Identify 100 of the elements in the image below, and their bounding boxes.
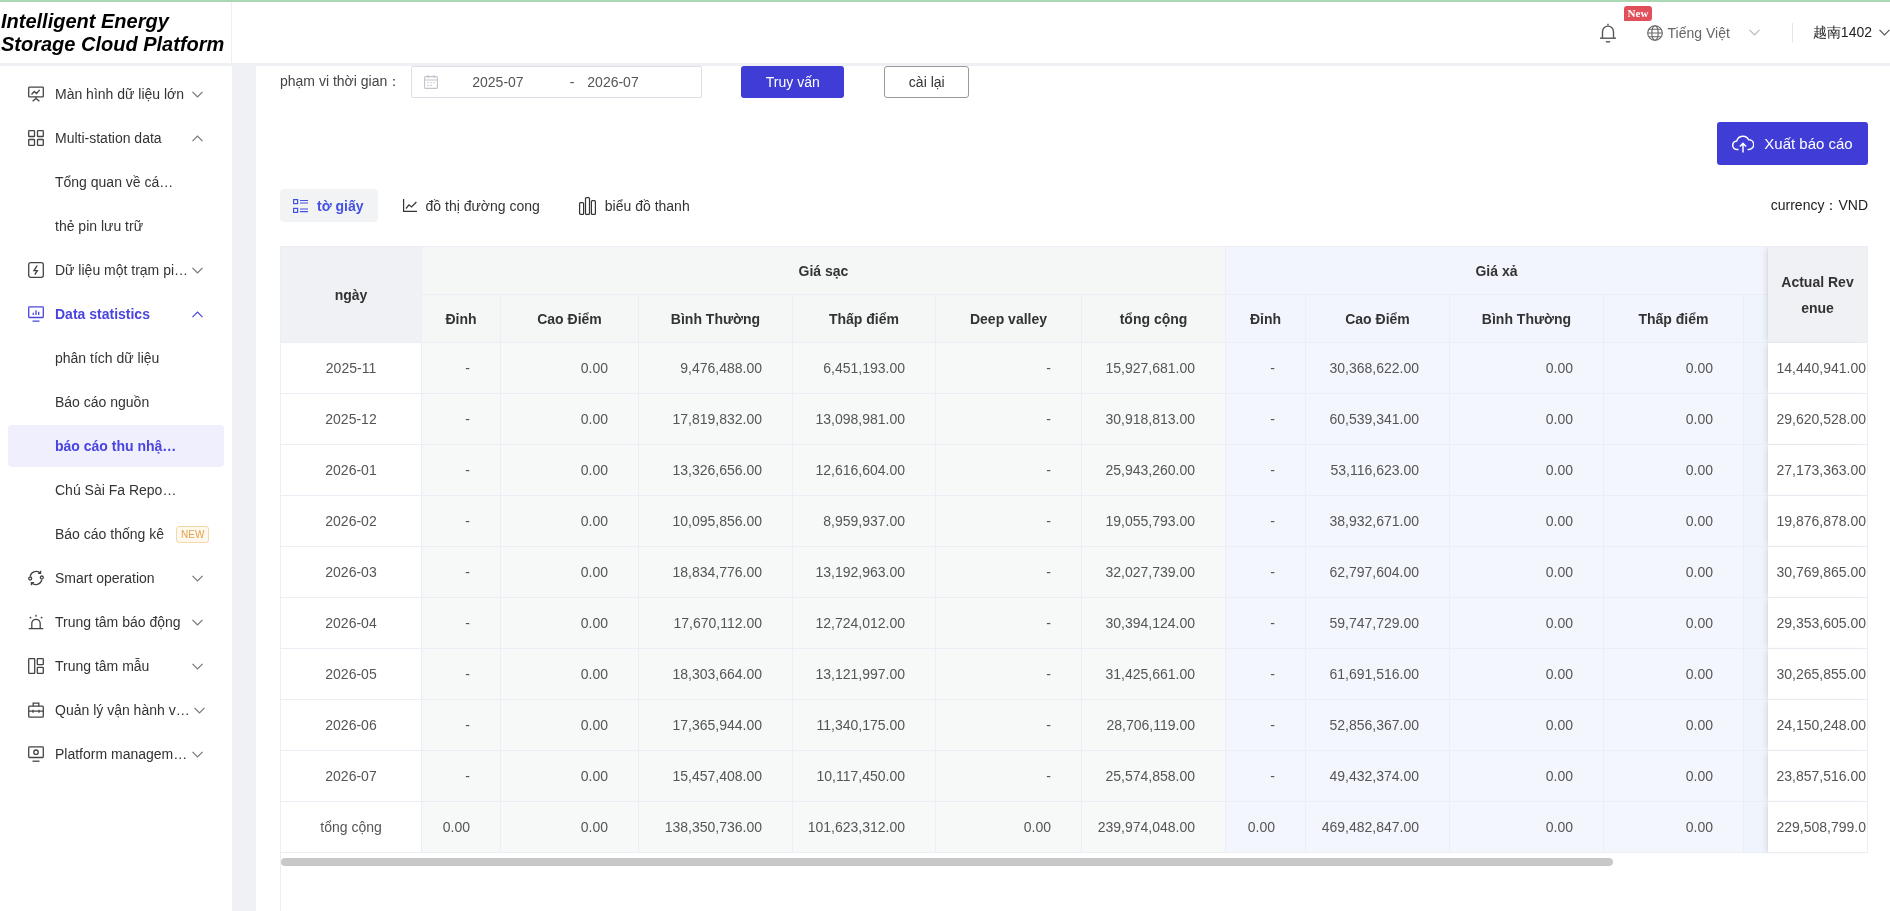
cloud-upload-icon [1732, 134, 1755, 153]
table-cell: - [1226, 496, 1306, 547]
table-cell: 30,918,813.00 [1082, 394, 1226, 445]
table-cell: 53,116,623.00 [1306, 445, 1450, 496]
start-date[interactable]: 2025-07 [472, 74, 524, 90]
submenu-item[interactable]: thẻ pin lưu trữ [8, 205, 224, 247]
language-selector[interactable]: Tiếng Việt [1646, 24, 1760, 41]
table-cell: 18,834,776.00 [639, 547, 793, 598]
table-cell: 469,482,847.00 [1306, 802, 1450, 853]
view-tab[interactable]: đồ thị đường cong [389, 189, 554, 222]
grid-icon [28, 130, 44, 146]
column-header: Bình Thường [639, 295, 793, 343]
table-cell: 2026-05 [281, 649, 422, 700]
table-cell: - [936, 700, 1082, 751]
sidebar-item[interactable]: Smart operation [8, 557, 224, 599]
platform-title: Intelligent Energy Storage Cloud Platform [1, 9, 226, 56]
date-range-field[interactable]: 2025-07 - 2026-07 [411, 66, 703, 98]
sidebar-item[interactable]: Trung tâm báo động [8, 601, 224, 643]
table-cell: 2026-07 [281, 751, 422, 802]
table-cell: - [422, 394, 501, 445]
table-cell: 2025-12 [281, 394, 422, 445]
table-cell: 0.00 [1450, 547, 1604, 598]
submenu-item[interactable]: Chú Sài Fa Repo… [8, 469, 224, 511]
globe-icon [1646, 24, 1663, 41]
table-cell: 2025-11 [281, 343, 422, 394]
table-cell: 0.00 [1604, 802, 1744, 853]
table-cell: 0.00 [1450, 598, 1604, 649]
sidebar-item[interactable]: Màn hình dữ liệu lớn [8, 73, 224, 115]
table-cell: 13,098,981.00 [793, 394, 936, 445]
table-cell: - [936, 445, 1082, 496]
sidebar-item[interactable]: Platform managem… [8, 733, 224, 775]
end-date[interactable]: 2026-07 [587, 74, 639, 90]
calendar-icon [424, 75, 439, 89]
table-cell: 13,121,997.00 [793, 649, 936, 700]
table-cell: 24,150,248.00 [1768, 700, 1868, 751]
table-cell: - [936, 547, 1082, 598]
table-cell: 19,055,793.00 [1082, 496, 1226, 547]
cut-off-column-header [1744, 295, 1768, 343]
table-cell: - [936, 649, 1082, 700]
table-cell: 2026-03 [281, 547, 422, 598]
sidebar-item[interactable]: Quản lý vận hành v… [8, 689, 224, 731]
column-header: Bình Thường [1450, 295, 1604, 343]
table-cell: 11,340,175.00 [793, 700, 936, 751]
table-cell: 31,425,661.00 [1082, 649, 1226, 700]
column-group-header: Giá sạc [422, 247, 1226, 295]
sidebar-item[interactable]: Data statistics [8, 293, 224, 335]
table-cell: 0.00 [501, 394, 639, 445]
table-cell: 0.00 [501, 802, 639, 853]
column-header: Cao Điểm [501, 295, 639, 343]
table-cell: - [1226, 649, 1306, 700]
loop-icon [28, 570, 44, 586]
table-cell: - [936, 598, 1082, 649]
toolbox-icon [28, 702, 44, 718]
submenu-item[interactable]: Báo cáo nguồn [8, 381, 224, 423]
table-cell: 49,432,374.00 [1306, 751, 1450, 802]
column-header: Actual Revenue [1768, 247, 1868, 343]
table-cell: - [422, 700, 501, 751]
table-cell: 15,457,408.00 [639, 751, 793, 802]
bell-icon[interactable] [1598, 22, 1617, 43]
table-cell: 0.00 [501, 496, 639, 547]
export-button[interactable]: Xuất báo cáo [1717, 122, 1868, 165]
column-header: Thấp điểm [793, 295, 936, 343]
submenu-item[interactable]: Tổng quan về cá… [8, 161, 224, 203]
sidebar-item[interactable]: Trung tâm mẫu [8, 645, 224, 687]
table-cell: 0.00 [501, 598, 639, 649]
table-cell: 19,876,878.00 [1768, 496, 1868, 547]
table-cell: 25,574,858.00 [1082, 751, 1226, 802]
table-cell: 0.00 [501, 343, 639, 394]
table-cell: 6,451,193.00 [793, 343, 936, 394]
table-cell: 0.00 [1604, 547, 1744, 598]
table-cell: 0.00 [501, 649, 639, 700]
scrollbar-thumb[interactable] [281, 858, 1613, 866]
table-cell: 0.00 [936, 802, 1082, 853]
table-cell: - [1226, 394, 1306, 445]
user-menu[interactable]: 越南1402 [1812, 23, 1890, 42]
submenu-item[interactable]: báo cáo thu nhậ… [8, 425, 224, 467]
query-button[interactable]: Truy vấn [741, 66, 845, 98]
cut-off-table-cell [1744, 802, 1768, 853]
table-cell: 0.00 [1450, 496, 1604, 547]
submenu-item[interactable]: phân tích dữ liệu [8, 337, 224, 379]
presentation-chart-icon [28, 86, 44, 102]
submenu-item[interactable]: Báo cáo thống kê NEW [8, 513, 224, 555]
table-cell: - [936, 496, 1082, 547]
cut-off-table-cell [1744, 394, 1768, 445]
sidebar-item[interactable]: Multi-station data [8, 117, 224, 159]
table-cell: 61,691,516.00 [1306, 649, 1450, 700]
reset-button[interactable]: cài lại [884, 66, 970, 98]
cut-off-table-cell [1744, 598, 1768, 649]
table-cell: - [422, 547, 501, 598]
chevron-icon [1879, 29, 1890, 36]
table-cell: 30,265,855.00 [1768, 649, 1868, 700]
view-tab[interactable]: biểu đồ thanh [565, 189, 704, 222]
table-cell: 13,192,963.00 [793, 547, 936, 598]
table-cell: 13,326,656.00 [639, 445, 793, 496]
sidebar-item[interactable]: Dữ liệu một trạm pi… [8, 249, 224, 291]
table-cell: 30,769,865.00 [1768, 547, 1868, 598]
new-badge: New [1623, 5, 1653, 21]
currency-label: currency：VND [1770, 196, 1868, 215]
view-tab[interactable]: tờ giấy [280, 189, 378, 222]
table-cell: 0.00 [501, 751, 639, 802]
